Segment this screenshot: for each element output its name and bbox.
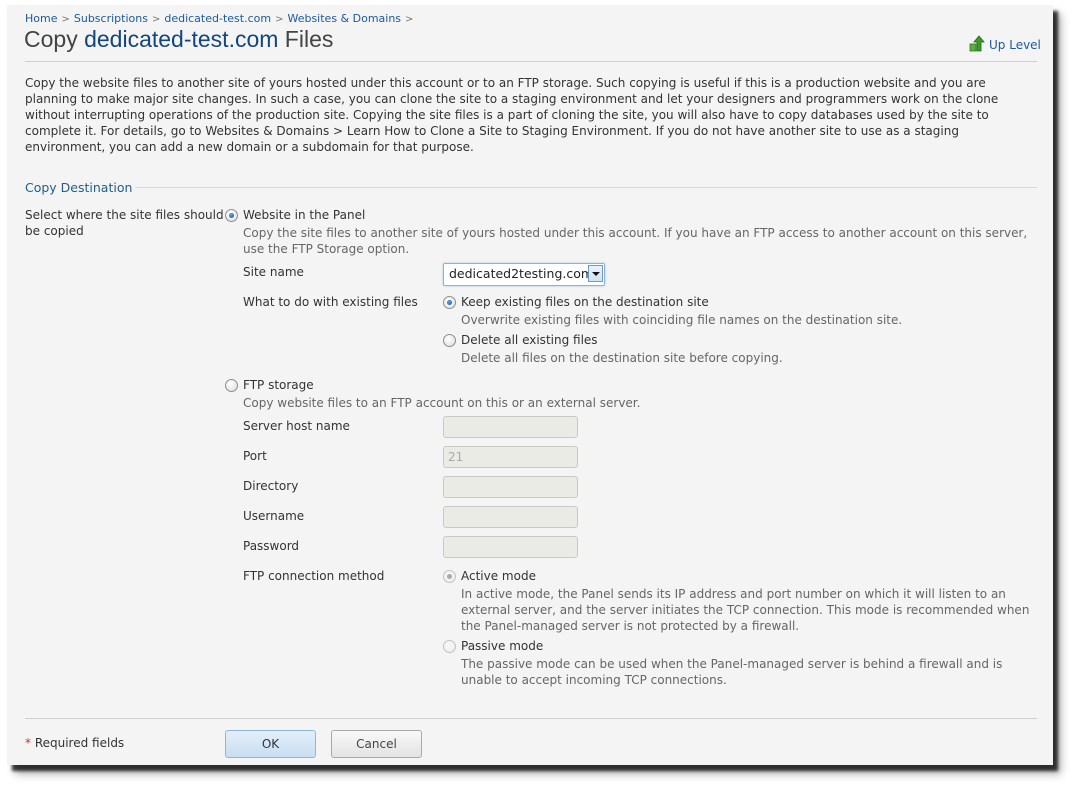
page-title-suffix: Files	[278, 26, 334, 52]
section-title-copy-destination: Copy Destination	[25, 180, 133, 195]
page-title-prefix: Copy	[24, 26, 85, 52]
username-label: Username	[243, 509, 305, 523]
breadcrumb-separator: >	[275, 14, 284, 25]
port-label: Port	[243, 449, 267, 463]
breadcrumb-subscription-domain[interactable]: dedicated-test.com	[164, 12, 271, 25]
breadcrumb-separator: >	[405, 14, 414, 25]
section-divider	[135, 187, 1037, 188]
footer-divider	[25, 718, 1037, 719]
keep-existing-files-label[interactable]: Keep existing files on the destination s…	[461, 294, 709, 310]
breadcrumb: Home > Subscriptions > dedicated-test.com > We…	[25, 12, 417, 25]
delete-existing-files-label[interactable]: Delete all existing files	[461, 332, 598, 348]
up-arrow-icon	[969, 35, 985, 55]
breadcrumb-separator: >	[61, 14, 70, 25]
up-level-label: Up Level	[989, 38, 1041, 52]
keep-existing-files-radio[interactable]	[443, 296, 456, 309]
passive-mode-radio[interactable]	[443, 640, 456, 653]
existing-files-label: What to do with existing files	[243, 295, 418, 309]
required-fields-label: Required fields	[31, 736, 125, 750]
breadcrumb-websites-domains[interactable]: Websites & Domains	[287, 12, 401, 25]
breadcrumb-home[interactable]: Home	[25, 12, 57, 25]
breadcrumb-subscriptions[interactable]: Subscriptions	[74, 12, 148, 25]
ftp-storage-hint: Copy website files to an FTP account on …	[243, 396, 641, 410]
ftp-connection-method-label: FTP connection method	[243, 569, 385, 583]
title-divider	[25, 61, 1037, 62]
ftp-storage-radio[interactable]	[225, 379, 238, 392]
server-host-name-label: Server host name	[243, 419, 350, 433]
password-input[interactable]	[443, 536, 578, 558]
ftp-storage-label[interactable]: FTP storage	[243, 377, 314, 393]
page-title-domain: dedicated-test.com	[84, 26, 279, 52]
site-name-select[interactable]: dedicated2testing.com	[443, 263, 605, 286]
username-input[interactable]	[443, 506, 578, 528]
breadcrumb-separator: >	[151, 14, 161, 25]
chevron-down-icon[interactable]	[588, 265, 603, 282]
active-mode-label[interactable]: Active mode	[461, 568, 536, 584]
cancel-button[interactable]: Cancel	[331, 730, 422, 758]
server-host-name-input[interactable]	[443, 416, 578, 438]
active-mode-hint: In active mode, the Panel sends its IP a…	[461, 587, 1030, 633]
up-level-link[interactable]: Up Level	[969, 35, 1041, 55]
passive-mode-label[interactable]: Passive mode	[461, 638, 543, 654]
directory-label: Directory	[243, 479, 299, 493]
password-label: Password	[243, 539, 300, 553]
website-in-panel-label[interactable]: Website in the Panel	[243, 207, 365, 223]
destination-label: Select where the site files should be co…	[25, 208, 224, 238]
active-mode-radio[interactable]	[443, 570, 456, 583]
intro-text: Copy the website files to another site o…	[25, 76, 999, 154]
website-in-panel-hint: Copy the site files to another site of y…	[243, 226, 1028, 256]
copy-files-panel: Home > Subscriptions > dedicated-test.com > We…	[7, 5, 1053, 765]
delete-existing-files-radio[interactable]	[443, 334, 456, 347]
site-name-value: dedicated2testing.com	[449, 266, 594, 281]
directory-input[interactable]	[443, 476, 578, 498]
required-fields-note: * Required fields	[25, 736, 124, 750]
passive-mode-hint: The passive mode can be used when the Pa…	[461, 657, 1003, 687]
port-input[interactable]	[443, 446, 578, 468]
site-name-label: Site name	[243, 265, 304, 279]
page-title: Copy dedicated-test.com Files	[24, 26, 333, 53]
website-in-panel-radio[interactable]	[225, 209, 238, 222]
ok-button[interactable]: OK	[225, 730, 316, 758]
keep-existing-files-hint: Overwrite existing files with coinciding…	[461, 313, 903, 327]
delete-existing-files-hint: Delete all files on the destination site…	[461, 351, 783, 365]
